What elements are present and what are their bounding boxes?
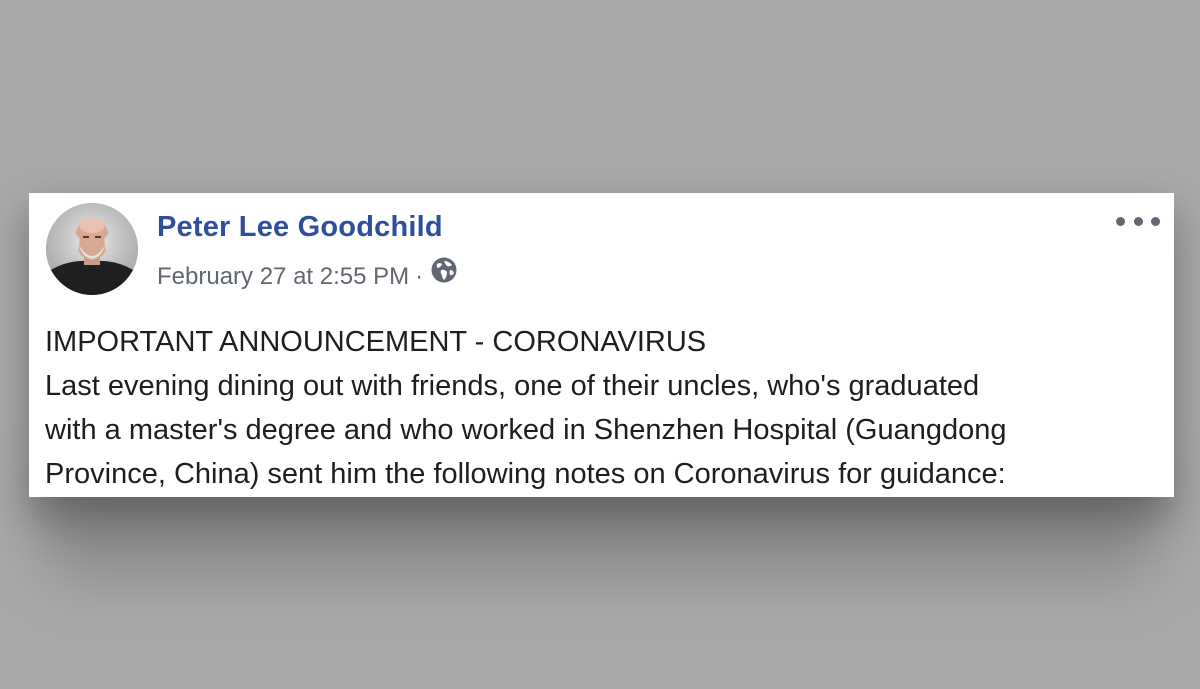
post-line: Province, China) sent him the following … bbox=[45, 458, 1006, 490]
more-options-dot bbox=[1116, 216, 1125, 226]
meta-separator: · bbox=[415, 263, 424, 290]
post-line: with a master's degree and who worked in… bbox=[45, 414, 1007, 446]
author-avatar[interactable] bbox=[46, 203, 138, 295]
more-options-dot bbox=[1151, 216, 1160, 226]
post-timestamp-link[interactable]: February 27 at 2:55 PM bbox=[157, 263, 409, 291]
globe-icon[interactable] bbox=[429, 255, 459, 285]
post-body-text: IMPORTANT ANNOUNCEMENT - CORONAVIRUS Las… bbox=[45, 320, 1165, 496]
more-options-dot bbox=[1133, 216, 1143, 226]
more-options-icon[interactable] bbox=[1116, 211, 1160, 231]
post-meta: February 27 at 2:55 PM · bbox=[157, 257, 459, 291]
author-name-link[interactable]: Peter Lee Goodchild bbox=[157, 211, 443, 244]
post-line: Last evening dining out with friends, on… bbox=[45, 370, 980, 402]
post-line: IMPORTANT ANNOUNCEMENT - CORONAVIRUS bbox=[45, 326, 707, 358]
facebook-post-card: Peter Lee Goodchild February 27 at 2:55 … bbox=[29, 193, 1174, 497]
avatar-photo bbox=[46, 203, 138, 295]
